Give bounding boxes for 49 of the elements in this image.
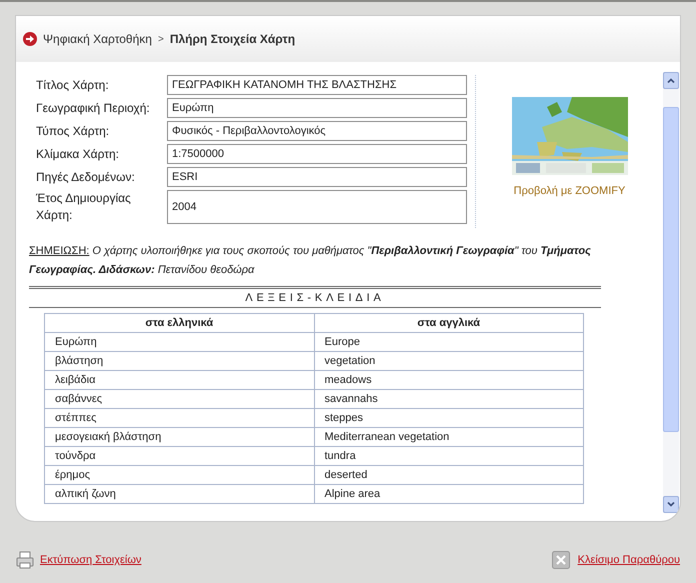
field-label: Έτος Δημιουργίας Χάρτη:: [36, 190, 132, 224]
table-cell: μεσογειακή βλάστηση: [44, 428, 314, 446]
close-icon: [552, 551, 570, 569]
table-cell: έρημος: [44, 466, 314, 484]
scroll-up-button[interactable]: [663, 72, 679, 89]
chevron-up-icon: [667, 78, 675, 83]
column-header: στα ελληνικά: [44, 314, 314, 332]
table-cell: deserted: [314, 466, 584, 484]
keywords-title: ΛΕΞΕΙΣ-ΚΛΕΙΔΙΑ: [29, 289, 601, 308]
table-cell: Ευρώπη: [44, 332, 314, 352]
breadcrumb-separator: >: [158, 32, 164, 46]
table-cell: Alpine area: [314, 484, 584, 504]
table-cell: savannahs: [314, 390, 584, 408]
field-value: ESRI: [167, 167, 467, 187]
table-cell: Mediterranean vegetation: [314, 428, 584, 446]
table-cell: Europe: [314, 332, 584, 352]
printer-icon: [16, 551, 34, 569]
field-value: 1:7500000: [167, 144, 467, 164]
print-link[interactable]: Εκτύπωση Στοιχείων: [40, 552, 142, 568]
table-cell: steppes: [314, 408, 584, 428]
field-label: Γεωγραφική Περιοχή:: [36, 100, 151, 116]
close-link[interactable]: Κλείσιμο Παραθύρου: [578, 552, 680, 568]
note-text: ΣΗΜΕΙΩΣΗ: Ο χάρτης υλοποιήθηκε για τους σκοπούς του μαθήματος "Περιβαλλοντική Γεωγραφία" του Τμήματος Γεωγραφίας. Διδάσκων: Πετανίδου θεοδώρα: [28, 244, 592, 278]
table-cell: meadows: [314, 370, 584, 390]
zoomify-link[interactable]: Προβολή με ZOOMIFY: [514, 183, 626, 200]
scroll-down-button[interactable]: [663, 496, 679, 513]
chevron-down-icon: [667, 502, 675, 507]
table-cell: τούνδρα: [44, 446, 314, 466]
field-label: Κλίμακα Χάρτη:: [36, 146, 120, 162]
note-label: ΣΗΜΕΙΩΣΗ:: [29, 245, 90, 257]
field-value: Φυσικός - Περιβαλλοντολογικός: [167, 121, 467, 141]
table-cell: αλπική ζωνη: [44, 484, 314, 504]
field-label: Τίτλος Χάρτη:: [36, 76, 110, 94]
table-cell: tundra: [314, 446, 584, 466]
table-cell: στέππες: [44, 408, 314, 428]
field-label: Πηγές Δεδομένων:: [36, 168, 136, 186]
field-value: ΓΕΩΓΡΑΦΙΚΗ ΚΑΤΑΝΟΜΗ ΤΗΣ ΒΛΑΣΤΗΣΗΣ: [167, 75, 467, 95]
breadcrumb-link[interactable]: Ψηφιακή Χαρτοθήκη: [43, 30, 152, 48]
field-value: Ευρώπη: [167, 98, 467, 118]
table-cell: βλάστηση: [44, 352, 314, 370]
table-cell: σαβάννες: [44, 390, 314, 408]
table-cell: vegetation: [314, 352, 584, 370]
column-header: στα αγγλικά: [314, 314, 584, 332]
table-cell: λειβάδια: [44, 370, 314, 390]
field-value: 2004: [167, 190, 467, 224]
scroll-thumb[interactable]: [663, 107, 679, 432]
breadcrumb-current: Πλήρη Στοιχεία Χάρτη: [170, 31, 296, 48]
field-label: Τύπος Χάρτη:: [36, 122, 110, 140]
scrollbar[interactable]: [663, 72, 679, 513]
